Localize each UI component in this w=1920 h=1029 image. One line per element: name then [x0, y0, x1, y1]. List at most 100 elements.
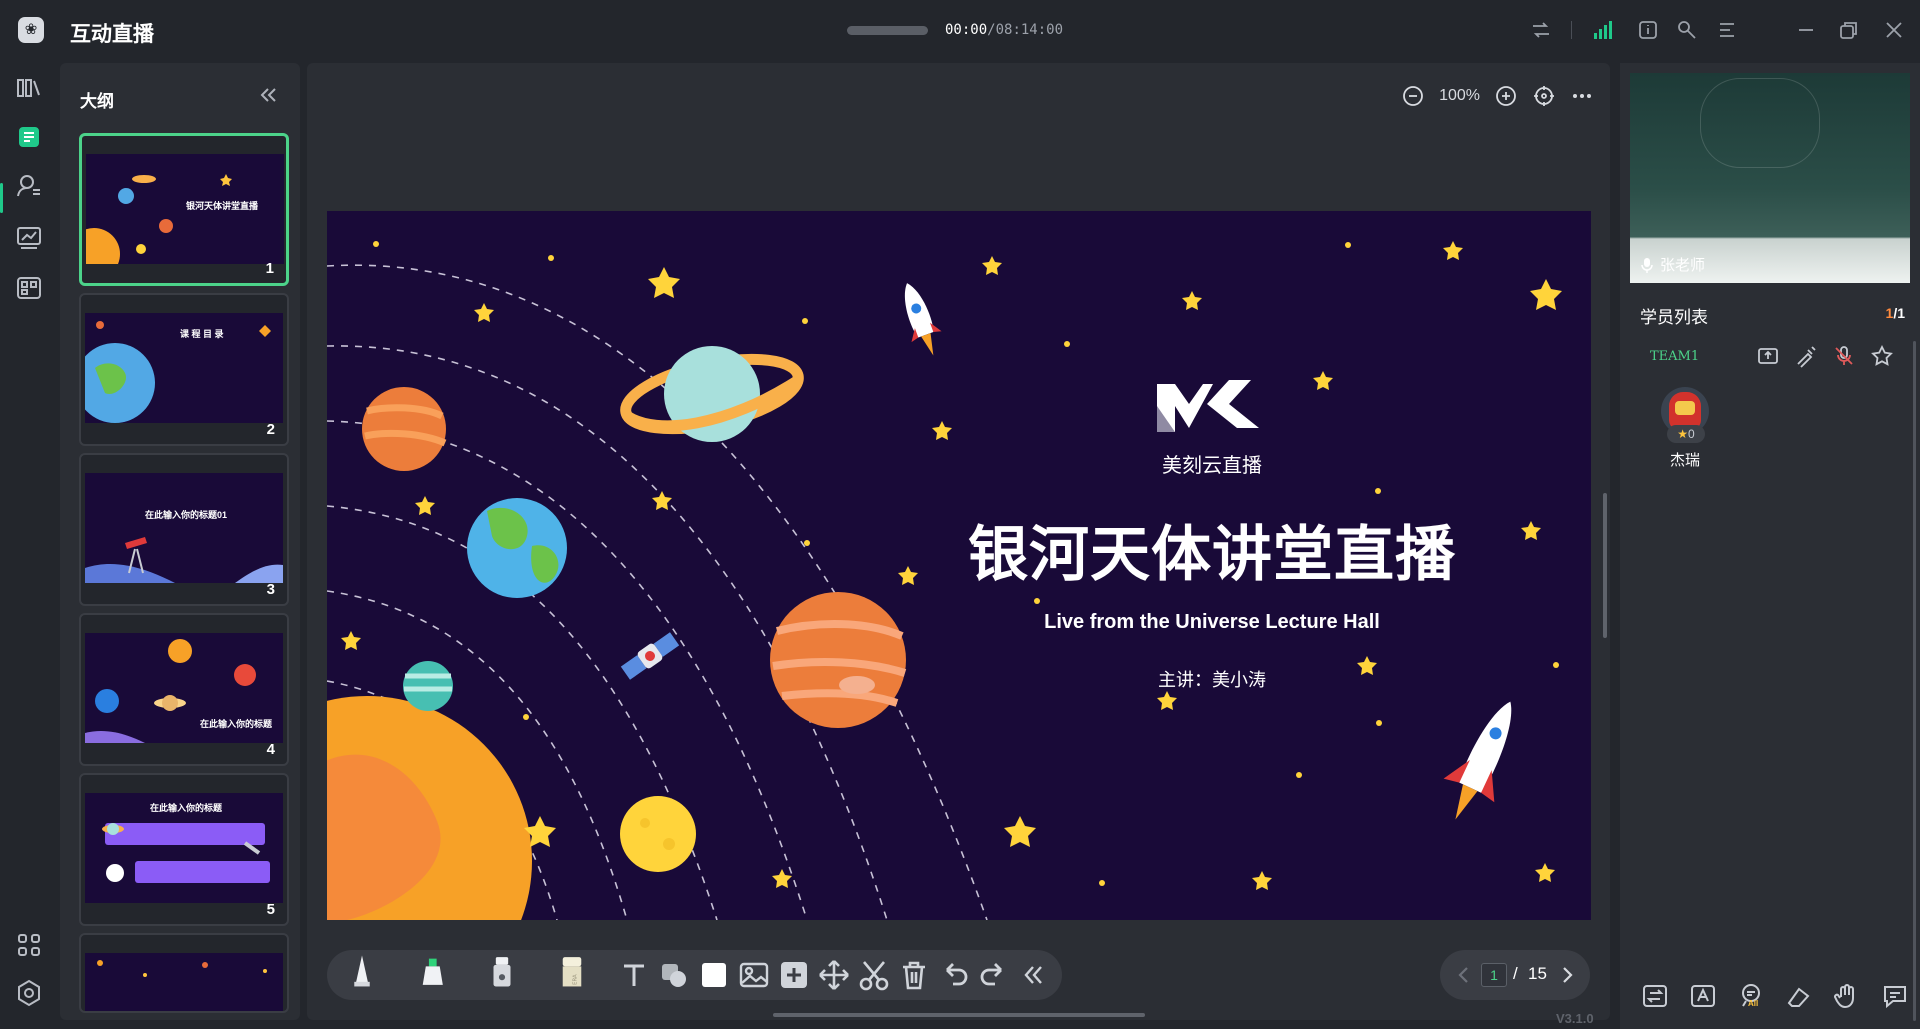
switch-layout-icon[interactable] [1529, 18, 1553, 42]
classroom-actions: All [1640, 981, 1910, 1011]
grid-icon[interactable] [13, 929, 45, 961]
mute-all-icon[interactable] [1832, 344, 1856, 368]
fit-screen-icon[interactable] [1532, 84, 1556, 108]
collapse-toolbar-icon[interactable] [1017, 958, 1051, 992]
vertical-scrollbar[interactable] [1603, 493, 1607, 638]
student-name: 杰瑞 [1669, 452, 1700, 469]
slide-thumbnail-1[interactable]: 银河天体讲堂直播 1 [79, 133, 289, 286]
thumbnail-title: 银河天体讲堂直播 [186, 201, 259, 211]
zoom-in-icon[interactable] [1494, 84, 1518, 108]
clear-icon[interactable] [1784, 981, 1814, 1011]
student-card[interactable]: ★0 杰瑞 [1656, 387, 1714, 470]
outline-icon[interactable] [13, 121, 45, 153]
star-count-badge: ★0 [1667, 425, 1705, 443]
redo-tool-icon[interactable] [977, 958, 1011, 992]
horizontal-scrollbar[interactable] [773, 1013, 1145, 1017]
thumbnail-art [85, 953, 283, 1011]
slide-thumbnail-3[interactable]: 在此输入你的标题01 3 [79, 453, 289, 606]
outline-title: 大纲 [80, 92, 114, 111]
info-icon[interactable] [1636, 18, 1660, 42]
eraser-tool-icon[interactable]: ERA [555, 954, 591, 998]
raise-hand-icon[interactable] [1832, 981, 1862, 1011]
signal-icon [1591, 18, 1615, 42]
color-tool-icon[interactable] [697, 958, 731, 992]
add-tool-icon[interactable] [777, 958, 811, 992]
previous-page-icon[interactable] [1454, 964, 1474, 986]
mk-logo [1157, 380, 1259, 432]
tools-icon[interactable] [1675, 18, 1699, 42]
menu-icon[interactable] [1715, 18, 1739, 42]
thumbnail-art: 银河天体讲堂直播 [86, 154, 284, 264]
thumbnail-art: 在此输入你的标题 [85, 633, 283, 743]
stage-icon[interactable] [1756, 344, 1780, 368]
pen-tool-icon[interactable] [345, 954, 381, 998]
right-panel: 张老师 学员列表 1/1 TEAM1 ★0 杰瑞 All [1620, 63, 1920, 1029]
text-tool-icon[interactable] [617, 958, 651, 992]
whiteboard-icon[interactable] [13, 221, 45, 253]
more-icon[interactable] [1570, 84, 1594, 108]
slide-thumbnail-2[interactable]: 课 程 目 录 2 [79, 293, 289, 446]
slide-thumbnail-4[interactable]: 在此输入你的标题 4 [79, 613, 289, 766]
svg-text:ERA: ERA [573, 974, 579, 985]
thumbnail-number: 5 [266, 901, 275, 918]
current-slide[interactable]: 美刻云直播 银河天体讲堂直播 Live from the Universe Le… [327, 211, 1591, 920]
marker-tool-icon[interactable] [485, 954, 521, 998]
left-rail [0, 61, 58, 1029]
time-display: 00:00/08:14:00 [945, 22, 1063, 38]
microphone-icon [1641, 257, 1653, 273]
authorize-draw-icon[interactable] [1794, 344, 1818, 368]
reward-star-icon[interactable] [1870, 344, 1894, 368]
apps-icon[interactable] [13, 272, 45, 304]
star-count: 0 [1688, 427, 1695, 441]
zoom-out-icon[interactable] [1401, 84, 1425, 108]
settings-icon[interactable] [13, 977, 45, 1009]
delete-tool-icon[interactable] [897, 958, 931, 992]
app-title: 互动直播 [70, 23, 154, 46]
teacher-video[interactable]: 张老师 [1630, 73, 1910, 283]
switch-icon[interactable] [1640, 981, 1670, 1011]
thumbnail-title: 在此输入你的标题01 [145, 510, 228, 520]
playback-progress[interactable] [847, 26, 928, 35]
students-icon[interactable] [13, 170, 45, 202]
thumbnail-number: 1 [265, 260, 274, 277]
students-count: 1/1 [1886, 305, 1905, 321]
titlebar-divider [1571, 21, 1572, 39]
outline-panel: 大纲 银河天体讲堂直播 1 课 程 目 录 2 在此输入你的标题01 3 在此输… [60, 63, 300, 1020]
image-tool-icon[interactable] [737, 958, 771, 992]
avatar: ★0 [1661, 387, 1709, 443]
shape-tool-icon[interactable] [657, 958, 691, 992]
next-page-icon[interactable] [1557, 964, 1577, 986]
text-recognition-icon[interactable] [1688, 981, 1718, 1011]
student-list-scrollbar[interactable] [1913, 341, 1916, 1021]
chat-icon[interactable] [1880, 981, 1910, 1011]
restore-icon[interactable] [1837, 18, 1861, 42]
thumbnail-art: 在此输入你的标题01 [85, 473, 283, 583]
slide-subtitle: Live from the Universe Lecture Hall [1044, 611, 1380, 633]
minimize-icon[interactable] [1794, 18, 1818, 42]
page-separator: / [1513, 964, 1518, 983]
slide-thumbnail-6[interactable] [79, 933, 289, 1013]
thumbnail-art: 课 程 目 录 [85, 313, 283, 423]
title-bar: ❀ 互动直播 00:00/08:14:00 [0, 0, 1920, 61]
undo-tool-icon[interactable] [937, 958, 971, 992]
courseware-icon[interactable] [13, 72, 45, 104]
time-total: /08:14:00 [987, 22, 1064, 38]
slide-brand: 美刻云直播 [1162, 455, 1262, 477]
video-chalkboard-detail [1700, 78, 1820, 168]
all-mute-icon[interactable]: All [1736, 981, 1766, 1011]
slide-thumbnail-5[interactable]: 在此输入你的标题 5 [79, 773, 289, 926]
avatar-mask [1675, 401, 1695, 415]
page-number-input[interactable]: 1 [1481, 963, 1507, 987]
close-icon[interactable] [1882, 18, 1906, 42]
star-icon: ★ [1677, 427, 1689, 441]
highlighter-tool-icon[interactable] [415, 954, 451, 998]
zoom-level: 100% [1439, 87, 1480, 104]
collapse-outline-icon[interactable] [256, 83, 280, 107]
students-list-title: 学员列表 [1640, 308, 1708, 327]
thumbnail-title: 课 程 目 录 [180, 329, 224, 339]
cut-tool-icon[interactable] [857, 958, 891, 992]
move-tool-icon[interactable] [817, 958, 851, 992]
thumbnail-title: 在此输入你的标题 [200, 719, 273, 729]
zoom-controls: 100% [1401, 81, 1594, 111]
thumbnail-number: 2 [266, 421, 275, 438]
